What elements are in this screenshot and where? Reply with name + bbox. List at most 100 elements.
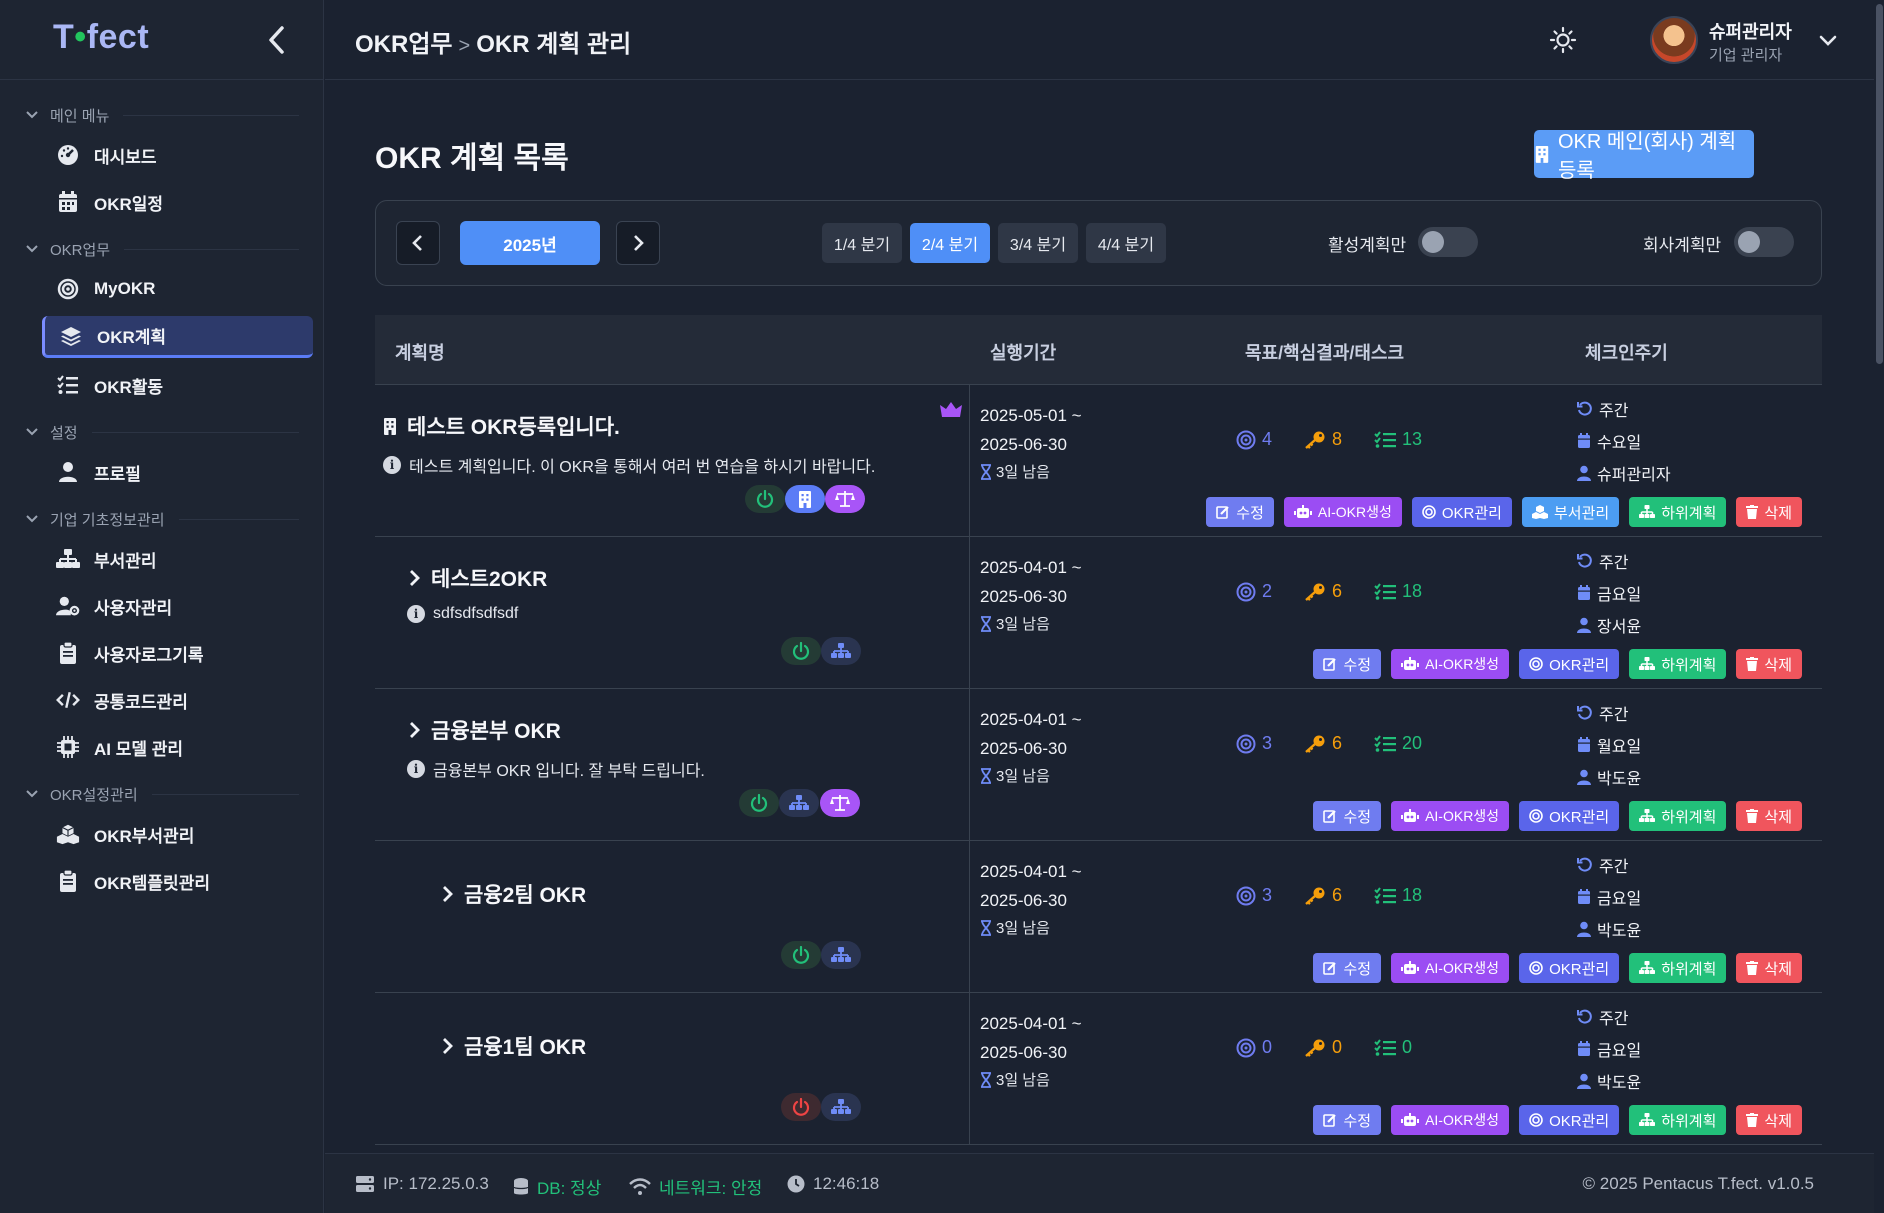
balance-scale-icon bbox=[835, 491, 855, 507]
plan-name[interactable]: 금융1팀 OKR bbox=[440, 1031, 586, 1061]
delete-button[interactable]: 삭제 bbox=[1736, 801, 1802, 831]
okr-manage-button[interactable]: OKR관리 bbox=[1519, 801, 1620, 831]
chevron-down-icon bbox=[1819, 35, 1837, 46]
active-only-toggle[interactable] bbox=[1418, 227, 1478, 257]
col-header-period: 실행기간 bbox=[990, 343, 1057, 363]
col-header-objectives: 목표/핵심결과/태스크 bbox=[1245, 343, 1405, 363]
expand-chevron-icon[interactable] bbox=[407, 721, 421, 739]
sidebar-collapse-button[interactable] bbox=[262, 22, 292, 58]
company-plan-icon[interactable] bbox=[785, 485, 825, 513]
power-status-icon[interactable] bbox=[781, 637, 821, 665]
app-logo[interactable]: T • fect bbox=[53, 18, 149, 57]
sidebar-item-common-code[interactable]: 공통코드관리 bbox=[42, 680, 313, 720]
org-plan-icon[interactable] bbox=[779, 789, 819, 817]
delete-button[interactable]: 삭제 bbox=[1736, 953, 1802, 983]
sidebar-item-okr-template[interactable]: OKR템플릿관리 bbox=[42, 861, 313, 901]
quarter-1-button[interactable]: 1/4 분기 bbox=[822, 223, 902, 263]
delete-button[interactable]: 삭제 bbox=[1736, 497, 1802, 527]
edit-button[interactable]: 수정 bbox=[1313, 649, 1382, 679]
table-row: 테스트 OKR등록입니다. i 테스트 계획입니다. 이 OKR을 통해서 여러 번… bbox=[375, 385, 1822, 537]
user-menu-button[interactable] bbox=[1817, 30, 1839, 52]
sidebar-item-profile[interactable]: 프로필 bbox=[42, 452, 313, 492]
sitemap-icon bbox=[1639, 809, 1656, 822]
ai-okr-generate-button[interactable]: AI-OKR생성 bbox=[1391, 649, 1510, 679]
calendar-icon bbox=[1578, 889, 1590, 904]
power-status-icon[interactable] bbox=[781, 941, 821, 969]
sidebar-item-myokr[interactable]: MyOKR bbox=[42, 269, 313, 309]
sidebar-item-dashboard[interactable]: 대시보드 bbox=[42, 135, 313, 175]
company-only-label: 회사계획만 bbox=[1643, 236, 1722, 255]
delete-button[interactable]: 삭제 bbox=[1736, 1105, 1802, 1135]
sidebar-item-okr-activity[interactable]: OKR활동 bbox=[42, 365, 313, 405]
sitemap-icon bbox=[1639, 657, 1656, 670]
objectives-count: 3 bbox=[1236, 885, 1272, 906]
delete-button[interactable]: 삭제 bbox=[1736, 649, 1802, 679]
sub-plan-button[interactable]: 하위계획 bbox=[1629, 953, 1727, 983]
power-icon bbox=[756, 490, 774, 508]
scrollbar-thumb[interactable] bbox=[1876, 4, 1883, 364]
edit-button[interactable]: 수정 bbox=[1313, 1105, 1382, 1135]
okr-manage-button[interactable]: OKR관리 bbox=[1519, 649, 1620, 679]
sub-plan-button[interactable]: 하위계획 bbox=[1629, 649, 1727, 679]
edit-button[interactable]: 수정 bbox=[1206, 497, 1274, 527]
sub-plan-button[interactable]: 하위계획 bbox=[1629, 497, 1727, 527]
chip-icon bbox=[56, 735, 80, 759]
user-icon bbox=[1577, 769, 1591, 785]
expand-chevron-icon[interactable] bbox=[407, 569, 421, 587]
ai-okr-generate-button[interactable]: AI-OKR생성 bbox=[1391, 953, 1510, 983]
sub-plan-button[interactable]: 하위계획 bbox=[1629, 1105, 1727, 1135]
sidebar-section-company[interactable]: 기업 기초정보관리 bbox=[24, 506, 299, 532]
list-check-icon bbox=[1374, 886, 1396, 904]
edit-button[interactable]: 수정 bbox=[1313, 801, 1382, 831]
plan-name[interactable]: 금융2팀 OKR bbox=[440, 879, 586, 909]
balance-scale-icon[interactable] bbox=[825, 485, 865, 513]
sidebar-section-okr-work[interactable]: OKR업무 bbox=[24, 236, 299, 262]
okr-manage-button[interactable]: OKR관리 bbox=[1519, 1105, 1620, 1135]
plan-name[interactable]: 금융본부 OKR bbox=[407, 715, 561, 745]
sidebar-section-main[interactable]: 메인 메뉴 bbox=[24, 102, 299, 128]
ai-okr-generate-button[interactable]: AI-OKR생성 bbox=[1283, 497, 1402, 527]
quarter-3-button[interactable]: 3/4 분기 bbox=[998, 223, 1078, 263]
quarter-2-button[interactable]: 2/4 분기 bbox=[910, 223, 990, 263]
next-year-button[interactable] bbox=[616, 221, 660, 265]
department-manage-button[interactable]: 부서관리 bbox=[1521, 497, 1620, 527]
page-scrollbar[interactable] bbox=[1874, 0, 1884, 1213]
edit-button[interactable]: 수정 bbox=[1313, 953, 1382, 983]
avatar[interactable] bbox=[1650, 16, 1698, 64]
org-plan-icon[interactable] bbox=[821, 941, 861, 969]
hourglass-icon bbox=[980, 1071, 992, 1088]
balance-scale-icon[interactable] bbox=[820, 789, 860, 817]
sidebar-item-ai-model[interactable]: AI 모델 관리 bbox=[42, 727, 313, 767]
expand-chevron-icon[interactable] bbox=[440, 885, 454, 903]
sidebar-section-okr-settings[interactable]: OKR설정관리 bbox=[24, 781, 299, 807]
sidebar-item-user-management[interactable]: 사용자관리 bbox=[42, 586, 313, 626]
building-icon bbox=[1535, 146, 1549, 163]
register-company-plan-button[interactable]: OKR 메인(회사) 계획 등록 bbox=[1534, 130, 1754, 182]
power-status-icon[interactable] bbox=[745, 485, 785, 513]
robot-icon bbox=[1401, 809, 1420, 822]
theme-toggle-button[interactable] bbox=[1549, 26, 1577, 54]
sidebar-item-okr-plan[interactable]: OKR계획 bbox=[42, 316, 313, 358]
sidebar-section-settings[interactable]: 설정 bbox=[24, 419, 299, 445]
okr-manage-button[interactable]: OKR관리 bbox=[1411, 497, 1512, 527]
power-status-icon[interactable] bbox=[781, 1093, 821, 1121]
year-selector[interactable]: 2025년 bbox=[460, 221, 600, 265]
ai-okr-generate-button[interactable]: AI-OKR생성 bbox=[1391, 1105, 1510, 1135]
plan-name[interactable]: 테스트2OKR bbox=[407, 563, 547, 593]
power-status-icon[interactable] bbox=[739, 789, 779, 817]
quarter-4-button[interactable]: 4/4 분기 bbox=[1086, 223, 1166, 263]
org-plan-icon[interactable] bbox=[821, 637, 861, 665]
prev-year-button[interactable] bbox=[396, 221, 440, 265]
org-plan-icon[interactable] bbox=[821, 1093, 861, 1121]
sidebar-item-okr-department[interactable]: OKR부서관리 bbox=[42, 814, 313, 854]
sub-plan-button[interactable]: 하위계획 bbox=[1629, 801, 1727, 831]
sidebar-item-okr-schedule[interactable]: OKR일정 bbox=[42, 182, 313, 222]
breadcrumb-parent[interactable]: OKR업무 bbox=[355, 31, 453, 58]
company-only-toggle[interactable] bbox=[1734, 227, 1794, 257]
plan-name[interactable]: 테스트 OKR등록입니다. bbox=[383, 411, 620, 441]
ai-okr-generate-button[interactable]: AI-OKR생성 bbox=[1391, 801, 1510, 831]
sidebar-item-department[interactable]: 부서관리 bbox=[42, 539, 313, 579]
expand-chevron-icon[interactable] bbox=[440, 1037, 454, 1055]
sidebar-item-user-log[interactable]: 사용자로그기록 bbox=[42, 633, 313, 673]
okr-manage-button[interactable]: OKR관리 bbox=[1519, 953, 1620, 983]
